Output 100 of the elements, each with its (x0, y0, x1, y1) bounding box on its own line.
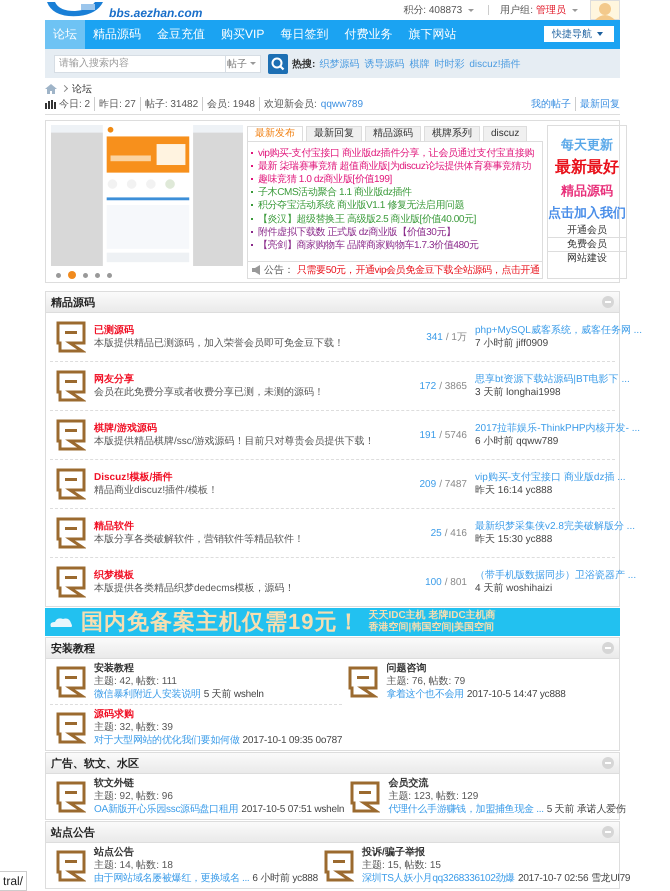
post-link[interactable]: vip购买-支付宝接口 商业版dz插件分享，让会员通过支付宝直接购 (258, 146, 534, 160)
tab[interactable]: discuz (483, 126, 528, 141)
search-field[interactable]: 请输入搜索内容 (54, 54, 225, 72)
forum-description: 本版提供精品棋牌/ssc/游戏源码！目前只对尊贵会员提供下载！ (94, 435, 376, 448)
forum-title-link[interactable]: 会员交流 (388, 777, 428, 790)
member-link[interactable]: qqww789 (320, 98, 364, 110)
scope-dropdown[interactable]: 帖子 (225, 54, 261, 72)
post-link[interactable]: 子木CMS活动聚合 1.1 商业版dz插件 (258, 185, 412, 200)
forum-title-link[interactable]: 已测源码 (94, 324, 134, 337)
speech-bubble-icon (56, 666, 86, 698)
last-post-info: 4 天前 woshihaizi (475, 582, 554, 595)
quick-nav-button[interactable]: 快捷导航 (544, 26, 614, 42)
nav-item[interactable]: 旗下网站 (400, 20, 464, 49)
forum-title-link[interactable]: 安装教程 (94, 662, 134, 675)
last-post-link[interactable]: 代理什么手游赚钱，加盟捕鱼现金 ... (388, 803, 544, 816)
carousel-dot[interactable] (56, 272, 61, 278)
usergroup-label: 用户组: (500, 4, 533, 17)
promo-sub-link[interactable]: 网站建设 (548, 252, 626, 265)
speech-bubble-icon (324, 850, 354, 882)
forum-title-link[interactable]: 精品软件 (94, 520, 134, 533)
speech-bubble-icon (56, 850, 86, 882)
last-post-link[interactable]: php+MySQL威客系统，威客任务网 ... (475, 324, 642, 337)
tab[interactable]: 最新回复 (306, 126, 362, 141)
collapse-icon[interactable] (602, 296, 614, 308)
nav-item[interactable]: 每日签到 (272, 20, 336, 49)
last-post-link[interactable]: 深圳TS人妖小月qq3268336102劲爆 (362, 872, 515, 885)
search-button[interactable] (268, 54, 288, 74)
hot-search-link[interactable]: 棋牌 (409, 56, 430, 70)
promo-link[interactable]: 最新最好 (555, 156, 619, 180)
last-post-link[interactable]: 最新织梦采集侠v2.8完美破解版分 ... (475, 520, 636, 533)
hot-search-link[interactable]: 诱导源码 (364, 56, 404, 70)
nav-item[interactable]: 精品源码 (85, 20, 149, 49)
forum-title-link[interactable]: 源码求购 (94, 708, 134, 721)
post-link[interactable]: 【亮剑】商家购物车 品牌商家购物车1.7.3价值480元 (258, 238, 479, 252)
last-post-link[interactable]: OA新版开心乐园ssc源码盘口租用 (94, 803, 238, 816)
forum-stats: 主题: 76, 帖数: 79 (386, 675, 466, 688)
hot-search-link[interactable]: 时时彩 (434, 56, 464, 70)
forum-title-link[interactable]: 软文外链 (94, 777, 134, 790)
site-url[interactable]: bbs.aezhan.com (109, 6, 202, 20)
last-post-link[interactable]: 拿着这个也不会用 (386, 688, 464, 701)
usergroup[interactable]: 管理员 (536, 3, 566, 17)
last-post-link[interactable]: 思享bt资源下载站源码|BT电影下 ... (475, 373, 630, 386)
last-post-link[interactable]: 微信暴利附近人安装说明 (94, 688, 201, 701)
carousel-dot[interactable] (83, 272, 88, 278)
points-menu[interactable]: 积分: 408873 (403, 3, 462, 17)
hot-search-link[interactable]: 织梦源码 (319, 56, 360, 70)
forum-title-link[interactable]: 站点公告 (94, 846, 134, 859)
last-post-link[interactable]: 对于大型网站的优化我们要如何做 (94, 734, 240, 747)
last-post-link[interactable]: （带手机版数据同步）卫浴瓷器产 ... (475, 569, 636, 582)
caret-icon (468, 8, 474, 12)
nav-item[interactable]: 购买VIP (213, 20, 272, 49)
last-post-link[interactable]: 2017拉菲娱乐-ThinkPHP内核开发- ... (475, 422, 640, 435)
promo-link[interactable]: 每天更新 (561, 134, 613, 156)
nav-item[interactable]: 付费业务 (336, 20, 400, 49)
home-icon[interactable] (45, 84, 57, 94)
forum-stats: 主题: 15, 帖数: 15 (362, 859, 442, 872)
collapse-icon[interactable] (602, 642, 614, 654)
forum-title-link[interactable]: 问题咨询 (386, 662, 426, 675)
speech-bubble-icon (56, 566, 86, 598)
carousel-dot[interactable] (95, 272, 100, 278)
promo-sub-link[interactable]: 开通会员 (548, 224, 626, 238)
forum-title-link[interactable]: Discuz!模板/插件 (94, 471, 172, 484)
promo-link[interactable]: 点击加入我们 (548, 202, 626, 224)
thread-count: 172 (420, 380, 436, 392)
last-post-link[interactable]: 由于网站域名屡被爆红，更换域名 ... (94, 872, 250, 885)
collapse-icon[interactable] (602, 757, 614, 769)
thread-count: 341 (426, 332, 443, 343)
carousel-dot[interactable] (107, 272, 112, 278)
forum-title-link[interactable]: 投诉/骗子举报 (362, 846, 425, 859)
last-post-info: 6 小时前 yc888 (252, 872, 318, 885)
speech-bubble-icon (348, 666, 378, 698)
post-link[interactable]: 积分夺宝活动系统 商业版V1.1 修复无法启用问题 (258, 198, 464, 212)
post-link[interactable]: 趣味竞猜 1.0 dz商业版[价值199] (258, 172, 392, 186)
post-link[interactable]: 最新 柒瑞赛事竞猜 超值商业版|为discuz论坛提供体育赛事竞猜功 (258, 158, 531, 173)
last-post-info: 2017-10-5 14:47 yc888 (466, 688, 566, 701)
promo-link[interactable]: 精品源码 (561, 180, 613, 202)
notice-link[interactable]: 只需要50元，开通vip会员免金豆下载全站源码，点击开通 (297, 263, 540, 277)
forum-title-link[interactable]: 棋牌/游戏源码 (94, 422, 157, 435)
carousel-dot[interactable] (68, 271, 76, 279)
last-post-link[interactable]: vip购买-支付宝接口 商业版dz插 ... (475, 471, 626, 484)
post-link[interactable]: 【炎汉】超级替换王 高级版2.5 商业版[价值40.00元] (258, 212, 476, 226)
nav-item[interactable]: 金豆充值 (149, 20, 213, 49)
last-post-info: 2017-10-7 02:56 雪龙Ul79 (518, 872, 630, 885)
hot-search-link[interactable]: discuz!插件 (469, 56, 520, 70)
forum-title-link[interactable]: 织梦模板 (94, 569, 134, 582)
forum-title-link[interactable]: 网友分享 (94, 373, 134, 386)
post-link[interactable]: 附件虚拟下载数 正式版 dz商业版【价值30元】 (258, 224, 456, 239)
breadcrumb-link[interactable]: 论坛 (72, 82, 92, 96)
speech-bubble-icon (350, 780, 380, 812)
tab[interactable]: 精品源码 (365, 126, 421, 141)
tab[interactable]: 最新发布 (247, 126, 303, 141)
collapse-icon[interactable] (602, 826, 614, 838)
promo-sub-link[interactable]: 免费会员 (548, 238, 626, 252)
nav-item[interactable]: 论坛 (45, 20, 85, 49)
forum-description: 会员在此免费分享或者收费分享已测，未测的源码！ (94, 386, 325, 399)
avatar[interactable] (590, 0, 620, 20)
section-title: 站点公告 (51, 826, 95, 840)
link[interactable]: 我的帖子 (527, 97, 575, 111)
tab[interactable]: 棋牌系列 (424, 126, 480, 141)
link[interactable]: 最新回复 (575, 97, 620, 111)
